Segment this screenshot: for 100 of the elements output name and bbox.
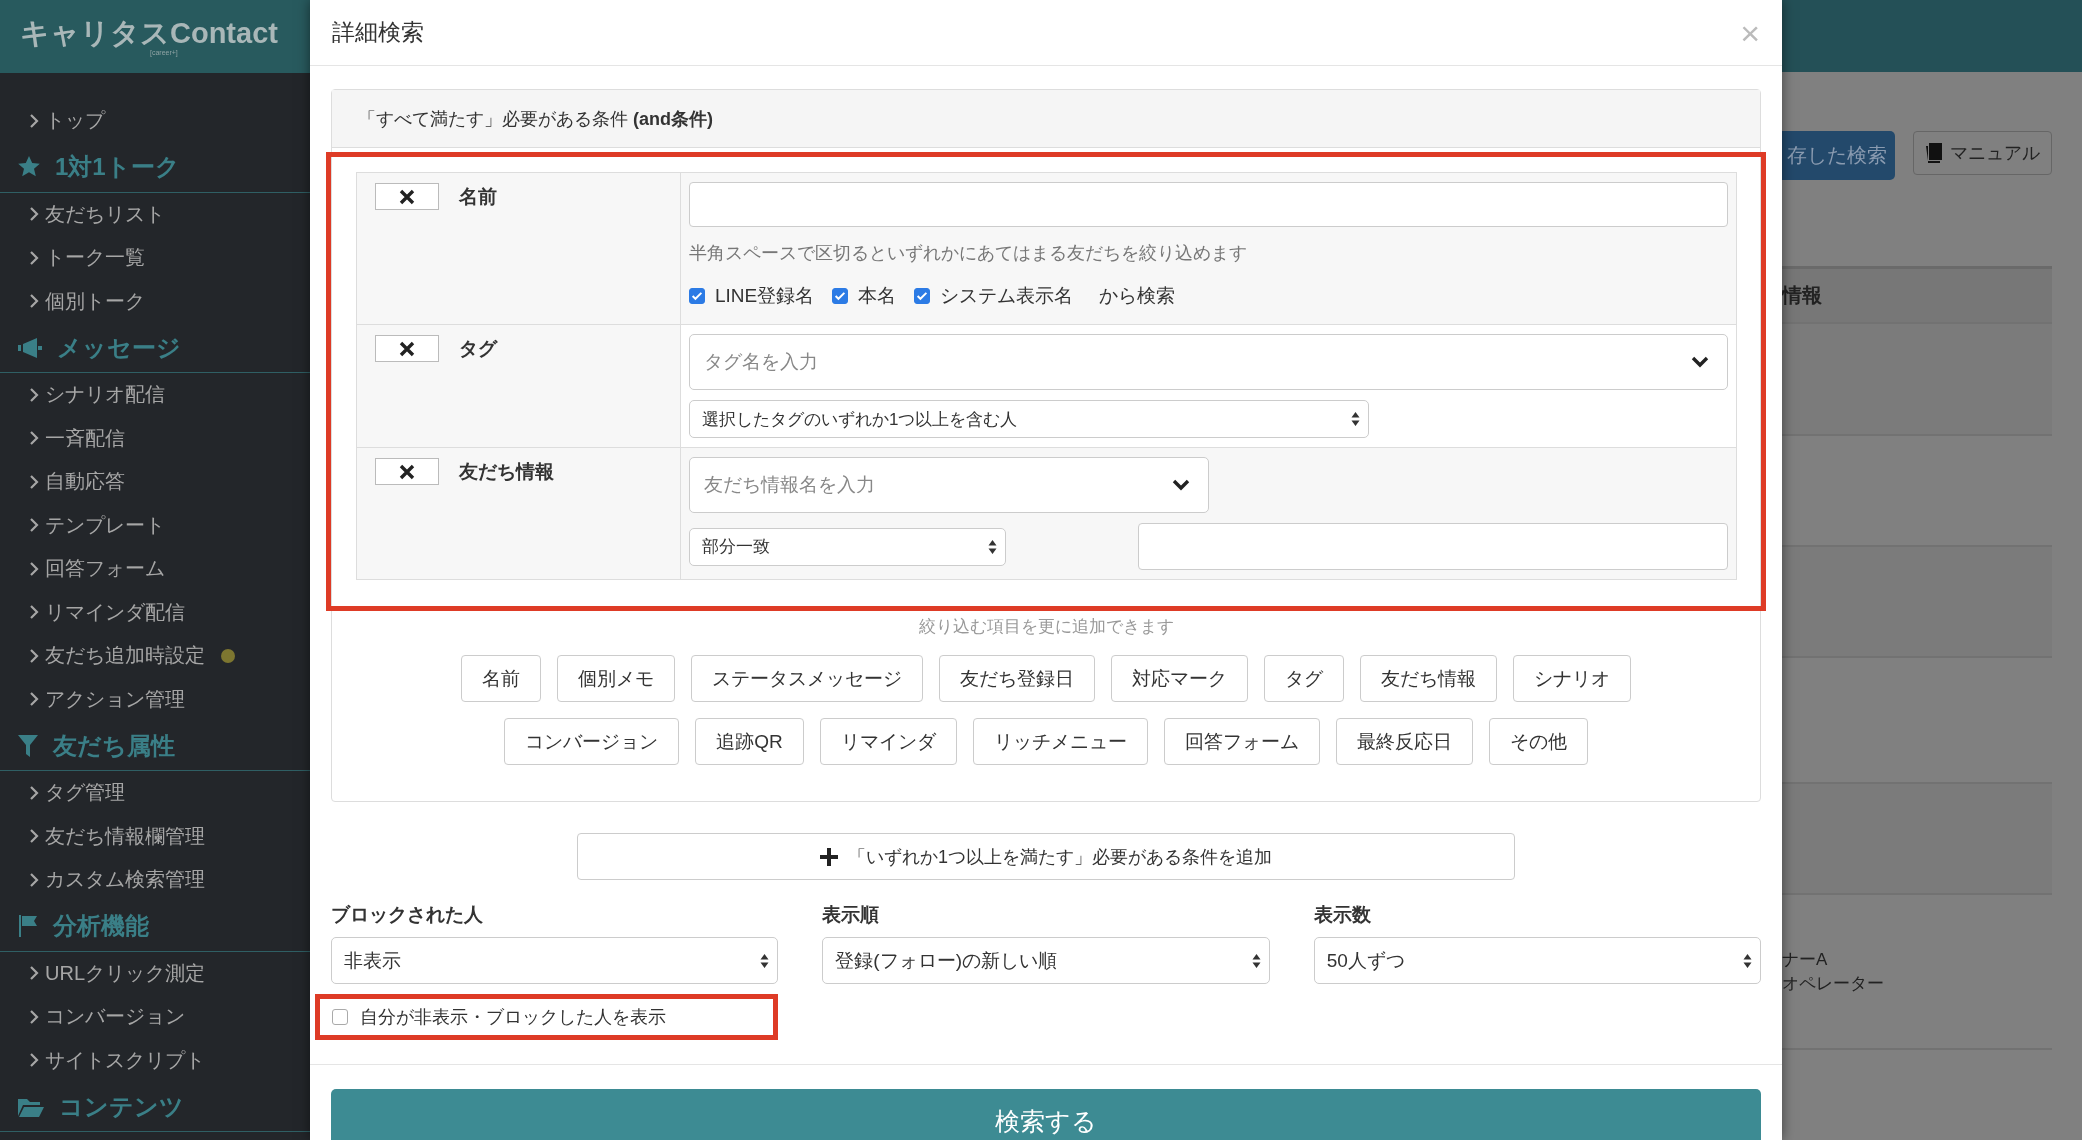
checkbox[interactable] — [689, 288, 705, 304]
sidebar-item[interactable]: 友だち追加時設定 — [0, 634, 310, 678]
chevron-right-icon — [29, 518, 39, 533]
plus-icon — [820, 847, 838, 866]
filter-label: ブロックされた人 — [331, 903, 484, 927]
sort-arrows-icon — [760, 952, 770, 969]
add-condition-button[interactable]: シナリオ — [1513, 655, 1631, 702]
close-icon — [399, 188, 415, 205]
sidebar-item[interactable]: URLクリック測定 — [0, 951, 310, 995]
filter-label: 表示順 — [822, 903, 881, 927]
chevron-right-icon — [29, 113, 39, 128]
sidebar-item[interactable]: 自動応答 — [0, 460, 310, 504]
sidebar-item[interactable]: シナリオ配信 — [0, 373, 310, 417]
sidebar-item[interactable]: アクション管理 — [0, 677, 310, 721]
match-select[interactable]: 部分一致 — [689, 527, 1006, 566]
name-field[interactable] — [689, 182, 1728, 227]
checkbox-label: 自分が非表示・ブロックした人を表示 — [360, 1006, 666, 1029]
sidebar-section-title: 友だち属性 — [53, 730, 175, 761]
condition-label: タグ — [459, 337, 497, 361]
sidebar-item[interactable]: トップ — [0, 99, 310, 143]
checkbox-label: システム表示名 — [940, 284, 1074, 308]
sidebar-item[interactable]: カスタム検索管理 — [0, 858, 310, 902]
sidebar-item[interactable]: 一斉配信 — [0, 416, 310, 460]
table-cell-text: ナーA — [1782, 948, 1829, 971]
sidebar-section-title: コンテンツ — [59, 1091, 184, 1122]
checkbox-label: 本名 — [858, 284, 897, 308]
sidebar-item[interactable]: 友だち情報欄管理 — [0, 814, 310, 858]
sort-arrows-icon — [1743, 952, 1752, 969]
chevron-right-icon — [29, 829, 39, 844]
chevron-right-icon — [29, 474, 39, 489]
table-header: 情報 — [1782, 266, 2052, 324]
sidebar-section-title: 分析機能 — [53, 911, 149, 941]
add-condition-button[interactable]: コンバージョン — [504, 718, 680, 765]
checkbox[interactable] — [914, 288, 931, 304]
search-button[interactable]: 検索する — [331, 1089, 1761, 1140]
add-condition-button[interactable]: リッチメニュー — [972, 718, 1148, 765]
star-icon — [17, 155, 41, 179]
close-icon — [399, 340, 415, 357]
sidebar-item[interactable]: タグ管理 — [0, 771, 310, 815]
add-condition-button[interactable]: 友だち情報 — [1360, 655, 1497, 702]
manual-button[interactable]: マニュアル — [1913, 131, 2052, 175]
add-condition-button[interactable]: ステータスメッセージ — [691, 655, 923, 702]
chevron-right-icon — [29, 1053, 39, 1068]
add-or-condition-button[interactable]: 「いずれか1つ以上を満たす」必要がある条件を追加 — [577, 833, 1515, 880]
match-select[interactable]: 選択したタグのいずれか1つ以上を含む人 — [689, 400, 1369, 438]
sidebar-item[interactable]: トーク一覧 — [0, 236, 310, 280]
add-hint-text: 絞り込む項目を更に追加できます — [918, 616, 1174, 638]
add-condition-button[interactable]: タグ — [1264, 655, 1344, 702]
sidebar-item[interactable]: 友だちリスト — [0, 192, 310, 236]
add-condition-button[interactable]: 友だち登録日 — [939, 655, 1095, 702]
saved-search-button[interactable]: 存した検索 — [1782, 131, 1895, 180]
filter-select[interactable]: 50人ずつ — [1313, 937, 1761, 984]
sidebar-item[interactable]: 回答フォーム — [0, 547, 310, 591]
remove-button[interactable] — [375, 183, 439, 210]
filter-select[interactable]: 非表示 — [331, 937, 779, 984]
sort-arrows-icon — [1251, 952, 1261, 969]
friend-info-dropdown[interactable]: 友だち情報名を入力 — [689, 457, 1209, 513]
chevron-right-icon — [29, 387, 39, 402]
chevron-right-icon — [29, 294, 39, 309]
checkbox-label: LINE登録名 — [715, 284, 815, 308]
chevron-right-icon — [29, 207, 39, 222]
checkbox[interactable] — [832, 288, 849, 304]
add-condition-button[interactable]: 追跡QR — [695, 718, 804, 765]
sidebar-item[interactable]: コンバージョン — [0, 995, 310, 1039]
sidebar-item[interactable]: 個別トーク — [0, 279, 310, 323]
megaphone-icon — [17, 336, 43, 359]
sidebar-item[interactable]: リマインダ配信 — [0, 590, 310, 634]
sidebar-section-title: 1対1トーク — [55, 152, 180, 182]
add-condition-button[interactable]: 回答フォーム — [1163, 718, 1320, 765]
add-condition-button[interactable]: リマインダ — [819, 718, 957, 765]
chevron-right-icon — [29, 561, 39, 576]
flag-icon — [17, 914, 39, 938]
panel-title: 「すべて満たす」必要がある条件 (and条件) — [332, 90, 1760, 148]
remove-button[interactable] — [375, 458, 439, 485]
filter-icon — [17, 733, 39, 758]
value-field[interactable] — [1138, 523, 1728, 570]
filter-select[interactable]: 登録(フォロー)の新しい順 — [822, 937, 1270, 984]
hint-text: 半角スペースで区切るといずれかにあてはまる友だちを絞り込めます — [689, 242, 1248, 265]
logo-text: キャリタスContact — [20, 16, 279, 49]
add-condition-button[interactable]: 個別メモ — [557, 655, 675, 702]
sidebar-item[interactable]: サイトスクリプト — [0, 1038, 310, 1082]
search-suffix-text: から検索 — [1099, 284, 1176, 308]
chevron-right-icon — [29, 431, 39, 446]
condition-label: 友だち情報 — [459, 460, 554, 484]
checkbox[interactable] — [332, 1009, 348, 1025]
condition-label: 名前 — [459, 185, 497, 209]
chevron-down-icon — [1691, 356, 1709, 368]
add-condition-button[interactable]: 最終反応日 — [1335, 718, 1473, 765]
add-condition-button[interactable]: 対応マーク — [1111, 655, 1248, 702]
sidebar-item[interactable]: テンプレート — [0, 503, 310, 547]
sidebar-section-title: メッセージ — [57, 332, 181, 363]
tag-dropdown[interactable]: タグ名を入力 — [689, 334, 1728, 390]
chevron-down-icon — [1172, 479, 1190, 491]
book-icon — [1925, 143, 1942, 163]
add-condition-button[interactable]: その他 — [1488, 718, 1588, 765]
remove-button[interactable] — [375, 335, 439, 362]
add-condition-button[interactable]: 名前 — [461, 655, 541, 702]
close-icon — [399, 463, 415, 480]
dialog-title: 詳細検索 — [332, 18, 424, 47]
chevron-right-icon — [29, 250, 39, 265]
